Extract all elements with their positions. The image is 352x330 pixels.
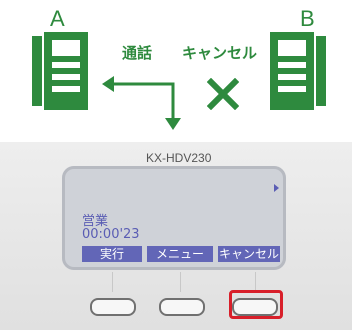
soft-button-left[interactable] bbox=[90, 298, 136, 316]
highlighted-button-frame bbox=[229, 290, 283, 319]
softkey-menu[interactable]: メニュー bbox=[147, 246, 213, 262]
call-label: 通話 bbox=[122, 44, 153, 62]
call-flow-arrow-icon bbox=[102, 76, 181, 130]
phone-a-icon bbox=[32, 32, 88, 110]
phone-b-label: B bbox=[300, 6, 315, 31]
cancel-x-icon bbox=[207, 78, 239, 110]
softkey-execute[interactable]: 実行 bbox=[82, 246, 142, 262]
cancel-label: キャンセル bbox=[182, 44, 258, 62]
phone-model: KX-HDV230 bbox=[146, 151, 212, 165]
lcd-arrow-icon bbox=[274, 184, 279, 192]
softkey-cancel[interactable]: キャンセル bbox=[218, 246, 280, 262]
connector-line-1 bbox=[112, 272, 113, 292]
phone-b-icon bbox=[270, 32, 326, 110]
screen-line2: 00:00'23 bbox=[82, 227, 140, 242]
connector-line-3 bbox=[255, 272, 256, 292]
soft-button-center[interactable] bbox=[159, 298, 205, 316]
connector-line-2 bbox=[180, 272, 181, 292]
phone-a-label: A bbox=[50, 6, 65, 31]
